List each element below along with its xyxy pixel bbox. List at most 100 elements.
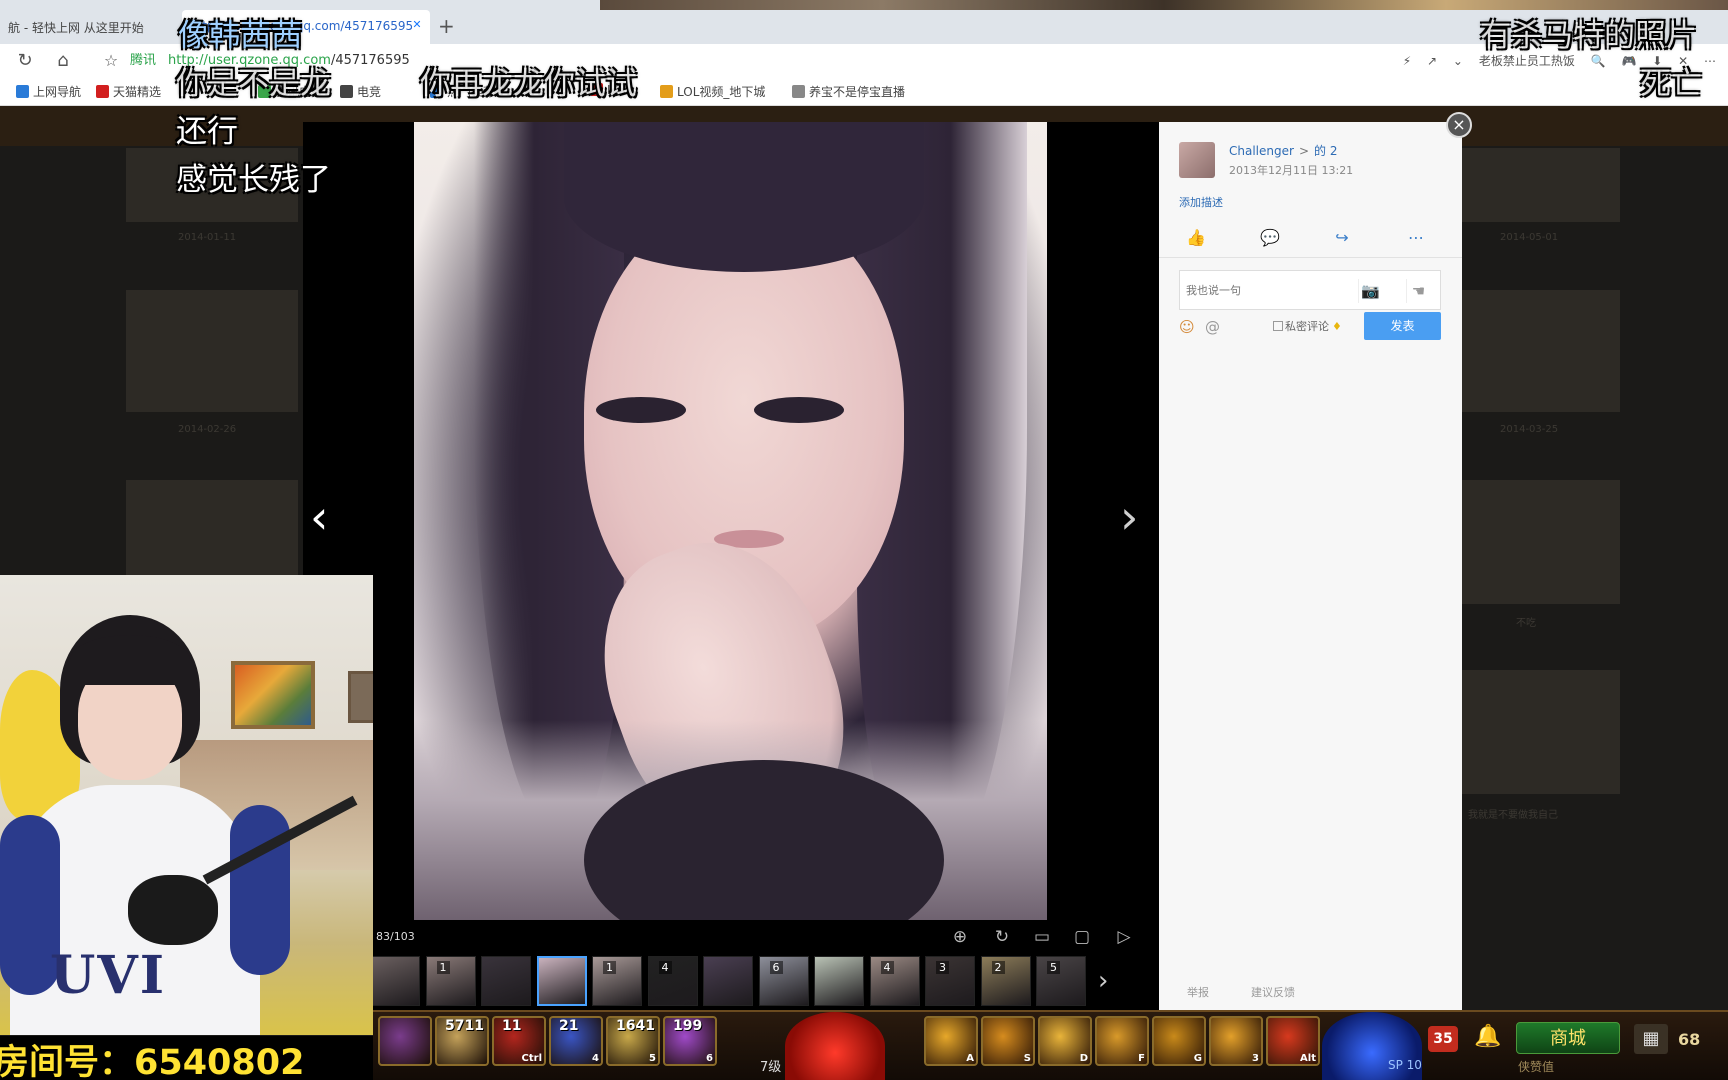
next-photo-button[interactable]: › xyxy=(1120,494,1138,540)
filmstrip-thumb[interactable]: 3 xyxy=(925,956,975,1006)
bookmark-item[interactable]: 养宝不是停宝直播 xyxy=(792,83,905,100)
bookmark-label: 上网导航 xyxy=(33,85,82,99)
skill-slot[interactable]: A xyxy=(924,1016,978,1066)
skill-hotkey: A xyxy=(966,1053,974,1064)
skill-hotkey: Alt xyxy=(1300,1053,1316,1064)
filmstrip-thumb[interactable] xyxy=(814,956,864,1006)
skill-hotkey: D xyxy=(1079,1053,1088,1064)
comment-input[interactable] xyxy=(1186,277,1326,303)
album-thumb[interactable] xyxy=(1462,148,1620,222)
close-viewer-button[interactable]: × xyxy=(1446,112,1472,138)
news-search-label[interactable]: 老板禁止员工热饭 xyxy=(1479,54,1575,68)
new-tab-button[interactable]: + xyxy=(438,14,455,38)
skill-slot[interactable] xyxy=(378,1016,432,1066)
vip-gem-icon: ♦ xyxy=(1332,320,1342,333)
skill-slot[interactable]: G xyxy=(1152,1016,1206,1066)
like-icon[interactable]: 👍 xyxy=(1181,226,1211,250)
filmstrip-thumb[interactable]: 4 xyxy=(647,956,698,1006)
site-label: 腾讯 xyxy=(130,53,157,68)
add-description-link[interactable]: 添加描述 xyxy=(1179,194,1223,210)
thumb-number: 4 xyxy=(658,961,672,974)
post-button[interactable]: 发表 xyxy=(1364,312,1441,340)
filmstrip-thumb[interactable]: 5 xyxy=(1036,956,1086,1006)
filmstrip-thumb[interactable] xyxy=(703,956,753,1006)
bookmark-icon xyxy=(340,85,353,98)
menu-grid-icon[interactable]: ▦ xyxy=(1634,1024,1668,1054)
album-thumb[interactable] xyxy=(1462,290,1620,412)
filmstrip-thumb[interactable] xyxy=(481,956,531,1006)
tab-close-icon[interactable]: ✕ xyxy=(410,18,424,32)
filmstrip-thumb[interactable]: 4 xyxy=(869,956,920,1006)
filmstrip-thumb[interactable]: 2 xyxy=(980,956,1031,1006)
private-checkbox[interactable] xyxy=(1273,321,1283,331)
album-thumb[interactable] xyxy=(1462,670,1620,794)
skill-slot[interactable]: D xyxy=(1038,1016,1092,1066)
room-number: 房间号：6540802 xyxy=(0,1043,305,1080)
danmaku-comment: 感觉长残了 xyxy=(176,162,331,198)
prev-photo-button[interactable]: ‹ xyxy=(310,494,328,540)
fullscreen-icon[interactable]: ▢ xyxy=(1070,926,1094,948)
feedback-link[interactable]: 建议反馈 xyxy=(1251,984,1295,1000)
filmstrip-next-button[interactable]: › xyxy=(1098,966,1108,996)
filmstrip-thumb[interactable] xyxy=(536,956,587,1006)
private-comment-toggle[interactable]: 私密评论 ♦ xyxy=(1273,318,1342,334)
refresh-icon[interactable]: ↻ xyxy=(14,50,36,72)
skill-slot[interactable]: 3 xyxy=(1209,1016,1263,1066)
bookmark-item[interactable]: 电竞 xyxy=(340,83,381,100)
filmstrip-thumb[interactable]: 1 xyxy=(425,956,476,1006)
bookmark-item[interactable]: 天猫精选 xyxy=(96,83,161,100)
skill-cooldown: 5711 xyxy=(445,1018,484,1034)
fit-screen-icon[interactable]: ▭ xyxy=(1030,926,1054,948)
star-icon[interactable]: ☆ xyxy=(100,50,122,72)
skill-slot[interactable]: Alt xyxy=(1266,1016,1320,1066)
flash-icon[interactable]: ⚡ xyxy=(1403,54,1411,68)
skill-hotkey: 6 xyxy=(706,1053,713,1064)
skill-slot[interactable]: 1641 5 xyxy=(606,1016,660,1066)
skill-slot[interactable]: F xyxy=(1095,1016,1149,1066)
skill-slot[interactable]: 11 Ctrl xyxy=(492,1016,546,1066)
tab-home[interactable]: 航 - 轻快上网 从这里开始 xyxy=(0,10,178,44)
bookmark-item[interactable]: 上网导航 xyxy=(16,83,81,100)
more-icon[interactable]: ⋯ xyxy=(1401,226,1431,250)
slideshow-icon[interactable]: ▷ xyxy=(1112,926,1136,948)
author-name[interactable]: Challenger xyxy=(1229,144,1294,158)
skill-slot[interactable]: 199 6 xyxy=(663,1016,717,1066)
skill-hotkey: Ctrl xyxy=(521,1053,542,1064)
share-icon[interactable]: ↪ xyxy=(1327,226,1357,250)
skill-slot[interactable]: S xyxy=(981,1016,1035,1066)
character-level: 7级 xyxy=(760,1060,782,1075)
emoji-icon[interactable]: ☺ xyxy=(1179,318,1195,336)
share-icon[interactable]: ↗ xyxy=(1427,54,1437,68)
bookmark-item[interactable]: LOL视频_地下城 xyxy=(660,83,765,100)
shop-button[interactable]: 商城 xyxy=(1516,1022,1620,1054)
hand-icon[interactable]: ☚ xyxy=(1406,279,1430,303)
bookmark-icon xyxy=(16,85,29,98)
chevron-down-icon[interactable]: ⌄ xyxy=(1453,54,1463,68)
skill-cooldown: 21 xyxy=(559,1018,579,1034)
bookmark-label: 养宝不是停宝直播 xyxy=(809,85,906,99)
camera-icon[interactable]: 📷 xyxy=(1358,279,1382,303)
search-icon[interactable]: 🔍 xyxy=(1591,54,1606,68)
photo-main[interactable] xyxy=(414,122,1047,920)
bookmark-label: 天猫精选 xyxy=(113,85,162,99)
zoom-in-icon[interactable]: ⊕ xyxy=(948,926,972,948)
rotate-icon[interactable]: ↻ xyxy=(990,926,1014,948)
skill-slot[interactable]: 21 4 xyxy=(549,1016,603,1066)
more-icon[interactable]: ⋯ xyxy=(1704,54,1716,68)
game-icon[interactable]: 🎮 xyxy=(1621,54,1636,68)
filmstrip: 1 1 4 6 4 3 2 5 xyxy=(370,956,1140,1006)
filmstrip-thumb[interactable]: 1 xyxy=(592,956,642,1006)
album-thumb[interactable] xyxy=(1462,480,1620,604)
album-thumb[interactable] xyxy=(126,290,298,412)
skill-slot[interactable]: 5711 xyxy=(435,1016,489,1066)
comment-icon[interactable]: 💬 xyxy=(1255,226,1285,250)
filmstrip-thumb[interactable]: 6 xyxy=(758,956,809,1006)
home-icon[interactable]: ⌂ xyxy=(52,50,74,72)
avatar[interactable] xyxy=(1179,142,1215,178)
report-link[interactable]: 举报 xyxy=(1187,984,1209,1000)
mention-icon[interactable]: @ xyxy=(1205,318,1220,336)
album-thumb[interactable] xyxy=(126,480,298,580)
bell-icon[interactable]: 🔔 xyxy=(1474,1024,1501,1049)
filmstrip-thumb[interactable] xyxy=(370,956,420,1006)
album-link[interactable]: 的 2 xyxy=(1314,144,1337,158)
